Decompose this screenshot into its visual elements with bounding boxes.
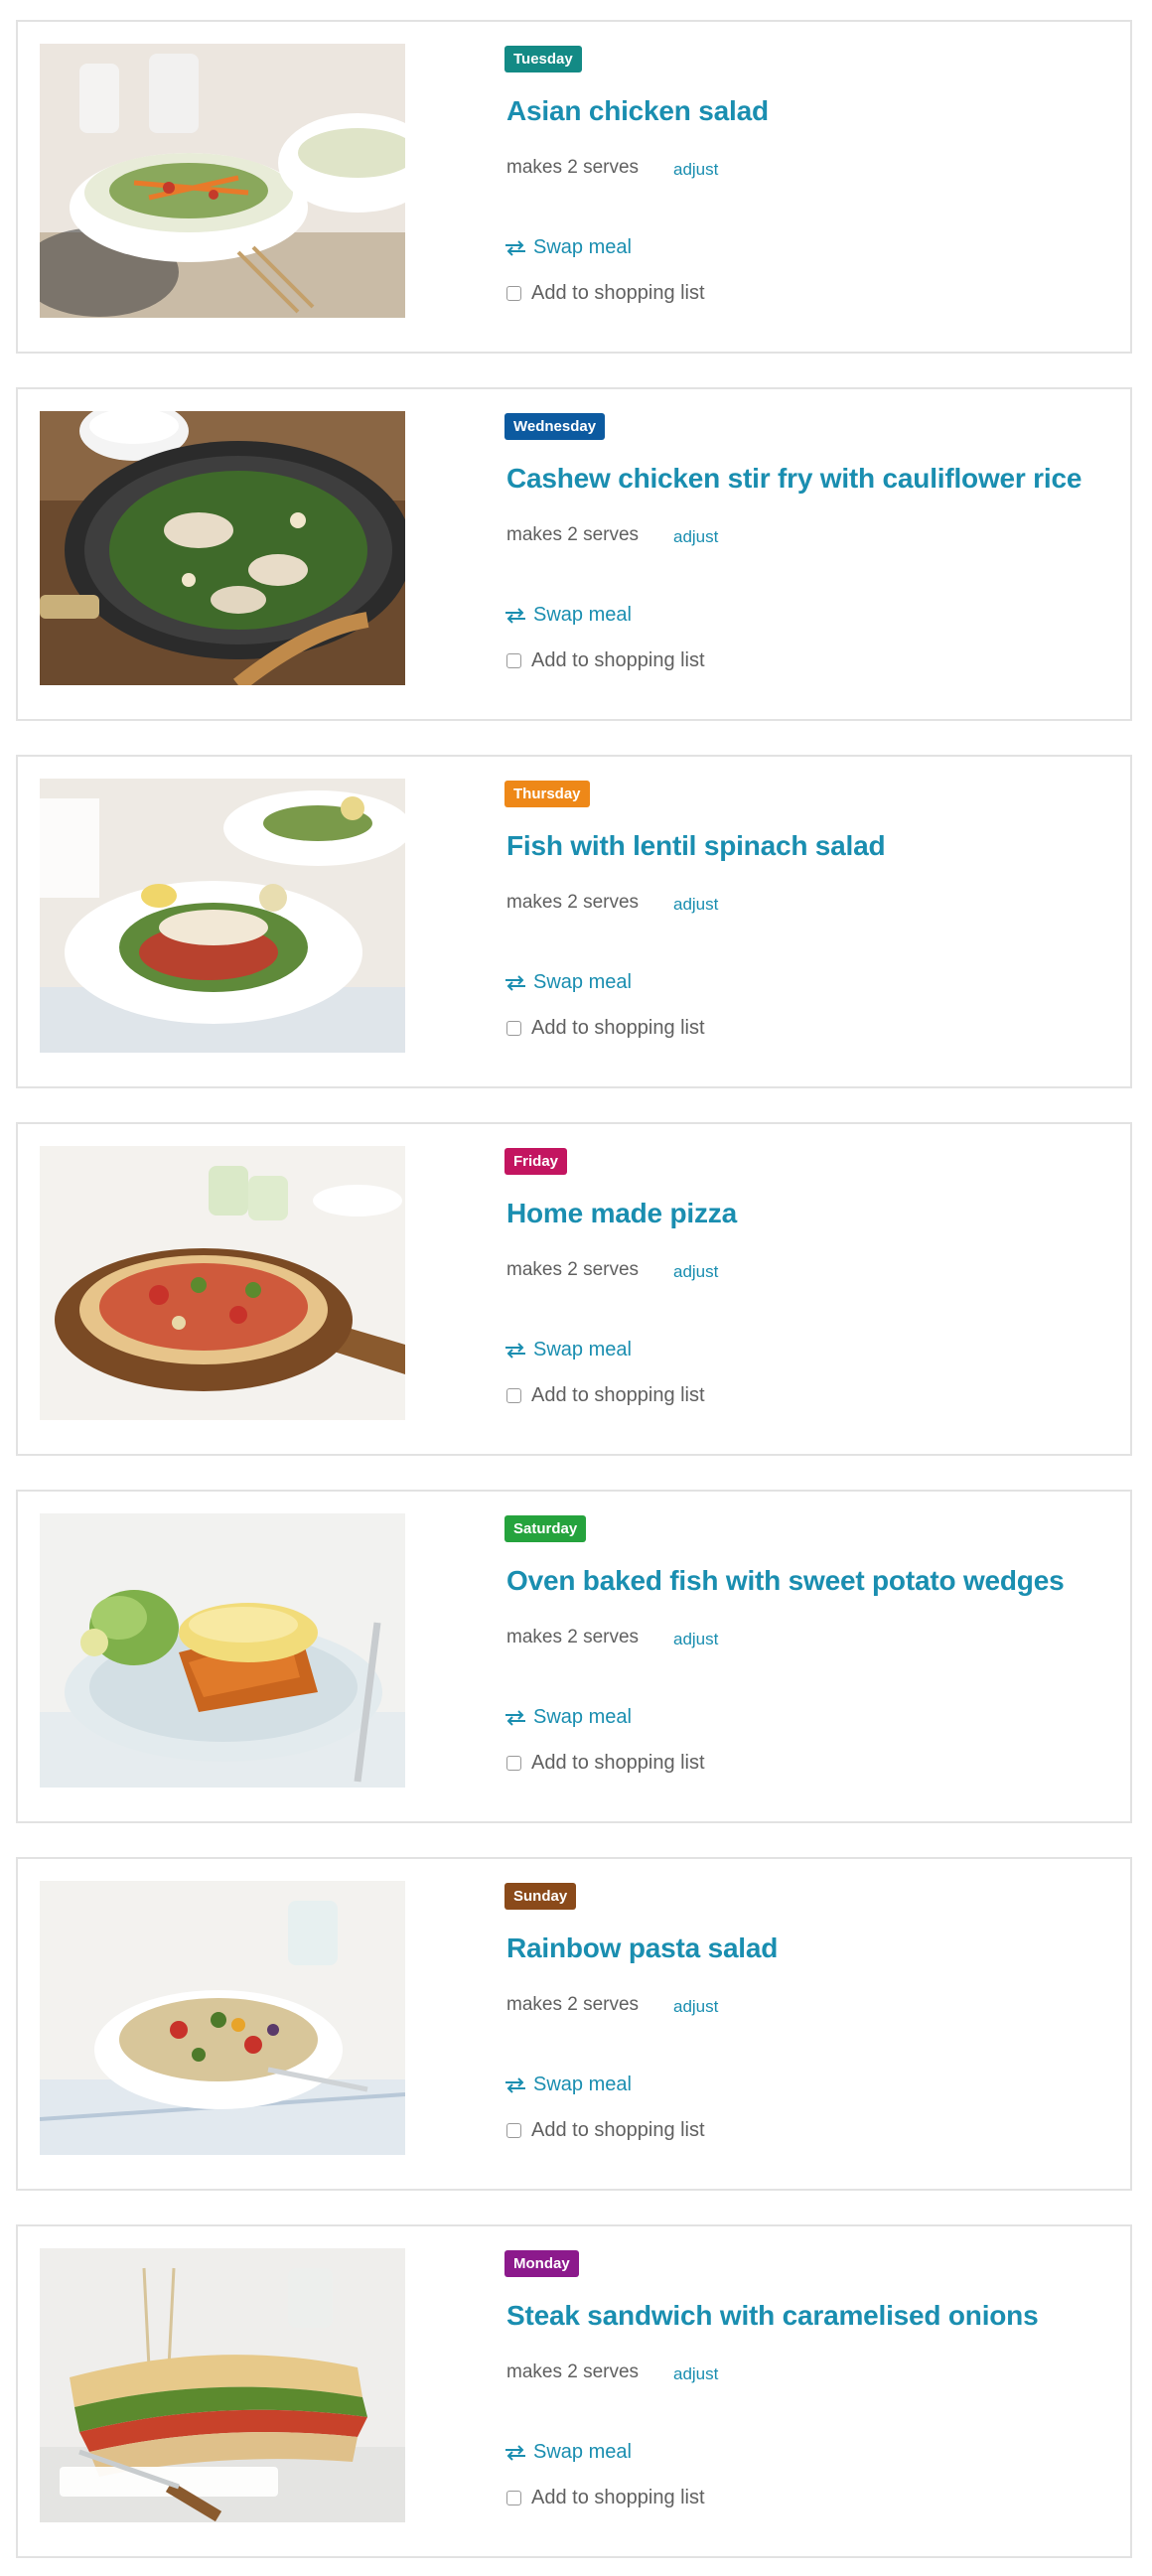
asian-chicken-salad-photo <box>40 44 405 318</box>
adjust-serves-link[interactable]: adjust <box>673 2364 718 2384</box>
swap-meal-label: Swap meal <box>533 604 632 626</box>
swap-meal-label: Swap meal <box>533 971 632 993</box>
adjust-serves-link[interactable]: adjust <box>673 527 718 547</box>
meal-photo[interactable] <box>40 779 405 1053</box>
shopping-list-label: Add to shopping list <box>531 2487 705 2508</box>
swap-meal-button[interactable]: Swap meal <box>504 2441 632 2464</box>
adjust-serves-link[interactable]: adjust <box>673 895 718 915</box>
swap-arrows-icon <box>505 239 525 256</box>
swap-arrows-icon <box>505 607 525 624</box>
meal-card: Friday Home made pizza makes 2 serves ad… <box>16 1122 1132 1456</box>
serves-text: makes 2 serves <box>506 892 640 913</box>
home-made-pizza-photo <box>40 1146 405 1420</box>
recipe-title[interactable]: Asian chicken salad <box>506 95 769 127</box>
day-badge: Thursday <box>504 781 590 807</box>
swap-meal-button[interactable]: Swap meal <box>504 971 632 994</box>
shopping-list-label: Add to shopping list <box>531 1017 705 1039</box>
swap-meal-label: Swap meal <box>533 2441 632 2463</box>
swap-meal-button[interactable]: Swap meal <box>504 236 632 259</box>
steak-sandwich-photo <box>40 2248 405 2522</box>
serves-text: makes 2 serves <box>506 2361 640 2382</box>
swap-meal-label: Swap meal <box>533 1339 632 1360</box>
serves-text: makes 2 serves <box>506 157 640 178</box>
meal-photo[interactable] <box>40 1513 405 1788</box>
add-to-shopping-list[interactable]: Add to shopping list <box>506 282 705 305</box>
meal-card: Wednesday Cashew chicken stir fry with c… <box>16 387 1132 721</box>
shopping-list-checkbox[interactable] <box>506 1756 521 1771</box>
adjust-serves-link[interactable]: adjust <box>673 1997 718 2017</box>
recipe-title[interactable]: Rainbow pasta salad <box>506 1932 778 1964</box>
swap-meal-button[interactable]: Swap meal <box>504 2074 632 2096</box>
adjust-serves-link[interactable]: adjust <box>673 1630 718 1649</box>
shopping-list-checkbox[interactable] <box>506 2123 521 2138</box>
meal-card: Tuesday Asian chicken salad makes 2 serv… <box>16 20 1132 354</box>
shopping-list-checkbox[interactable] <box>506 653 521 668</box>
meal-card: Monday Steak sandwich with caramelised o… <box>16 2224 1132 2558</box>
fish-lentil-salad-photo <box>40 779 405 1053</box>
recipe-title[interactable]: Steak sandwich with caramelised onions <box>506 2300 1039 2332</box>
serves-text: makes 2 serves <box>506 1259 640 1280</box>
meal-card: Sunday Rainbow pasta salad makes 2 serve… <box>16 1857 1132 2191</box>
swap-arrows-icon <box>505 1709 525 1726</box>
recipe-title[interactable]: Cashew chicken stir fry with cauliflower… <box>506 463 1081 495</box>
add-to-shopping-list[interactable]: Add to shopping list <box>506 649 705 672</box>
add-to-shopping-list[interactable]: Add to shopping list <box>506 2487 705 2509</box>
shopping-list-label: Add to shopping list <box>531 649 705 671</box>
day-badge: Friday <box>504 1148 568 1175</box>
recipe-title[interactable]: Home made pizza <box>506 1198 737 1229</box>
serves-text: makes 2 serves <box>506 1994 640 2015</box>
meal-card: Saturday Oven baked fish with sweet pota… <box>16 1490 1132 1823</box>
swap-meal-label: Swap meal <box>533 236 632 258</box>
shopping-list-checkbox[interactable] <box>506 1021 521 1036</box>
shopping-list-checkbox[interactable] <box>506 286 521 301</box>
oven-baked-fish-photo <box>40 1513 405 1788</box>
swap-meal-label: Swap meal <box>533 2074 632 2095</box>
serves-text: makes 2 serves <box>506 524 640 545</box>
meal-card: Thursday Fish with lentil spinach salad … <box>16 755 1132 1088</box>
shopping-list-checkbox[interactable] <box>506 1388 521 1403</box>
serves-text: makes 2 serves <box>506 1627 640 1647</box>
day-badge: Sunday <box>504 1883 577 1910</box>
cashew-chicken-stir-fry-photo <box>40 411 405 685</box>
swap-meal-button[interactable]: Swap meal <box>504 1339 632 1361</box>
adjust-serves-link[interactable]: adjust <box>673 1262 718 1282</box>
swap-meal-label: Swap meal <box>533 1706 632 1728</box>
add-to-shopping-list[interactable]: Add to shopping list <box>506 2119 705 2142</box>
day-badge: Wednesday <box>504 413 606 440</box>
day-badge: Monday <box>504 2250 579 2277</box>
add-to-shopping-list[interactable]: Add to shopping list <box>506 1017 705 1040</box>
swap-arrows-icon <box>505 974 525 991</box>
swap-meal-button[interactable]: Swap meal <box>504 1706 632 1729</box>
adjust-serves-link[interactable]: adjust <box>673 160 718 180</box>
meal-photo[interactable] <box>40 44 405 318</box>
meal-photo[interactable] <box>40 1881 405 2155</box>
swap-arrows-icon <box>505 1342 525 1359</box>
shopping-list-label: Add to shopping list <box>531 1752 705 1774</box>
meal-photo[interactable] <box>40 1146 405 1420</box>
rainbow-pasta-salad-photo <box>40 1881 405 2155</box>
recipe-title[interactable]: Fish with lentil spinach salad <box>506 830 886 862</box>
shopping-list-label: Add to shopping list <box>531 282 705 304</box>
recipe-title[interactable]: Oven baked fish with sweet potato wedges <box>506 1565 1065 1597</box>
shopping-list-label: Add to shopping list <box>531 1384 705 1406</box>
swap-arrows-icon <box>505 2076 525 2093</box>
day-badge: Tuesday <box>504 46 582 72</box>
swap-meal-button[interactable]: Swap meal <box>504 604 632 627</box>
add-to-shopping-list[interactable]: Add to shopping list <box>506 1384 705 1407</box>
day-badge: Saturday <box>504 1515 587 1542</box>
swap-arrows-icon <box>505 2444 525 2461</box>
shopping-list-label: Add to shopping list <box>531 2119 705 2141</box>
meal-photo[interactable] <box>40 2248 405 2522</box>
add-to-shopping-list[interactable]: Add to shopping list <box>506 1752 705 1775</box>
shopping-list-checkbox[interactable] <box>506 2491 521 2505</box>
meal-photo[interactable] <box>40 411 405 685</box>
